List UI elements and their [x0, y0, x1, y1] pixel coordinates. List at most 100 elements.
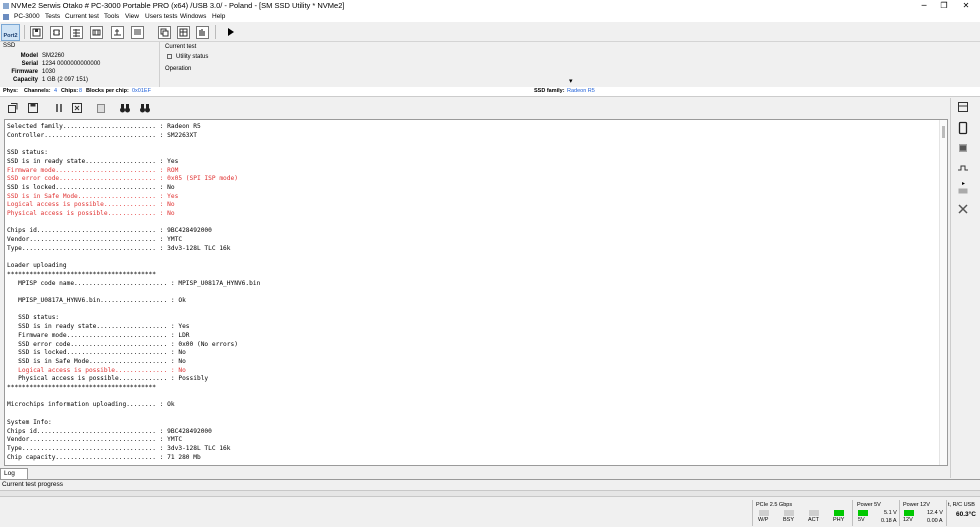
phone-icon[interactable]	[957, 121, 969, 137]
tab-log[interactable]: Log	[0, 468, 28, 479]
log-line: System Info:	[7, 418, 52, 426]
pause-icon[interactable]	[53, 102, 65, 116]
log-line: Chips id................................…	[7, 427, 212, 435]
menu-windows[interactable]: Windows	[180, 13, 206, 20]
wp-label: W/P	[758, 517, 769, 523]
clipboard-icon[interactable]	[95, 102, 107, 116]
channels-label: Channels:	[24, 88, 51, 94]
grid-icon[interactable]	[177, 26, 190, 39]
binoculars-icon[interactable]	[119, 102, 131, 116]
log-line: Microchips information uploading........…	[7, 401, 175, 409]
temperature-title: t, R/C USB	[948, 502, 975, 508]
main-toolbar	[0, 22, 980, 42]
chip-icon[interactable]	[50, 26, 63, 39]
toolbar-separator	[215, 25, 216, 39]
act-led	[809, 510, 819, 516]
menu-current-test[interactable]: Current test	[65, 13, 99, 20]
memory-icon[interactable]	[90, 26, 103, 39]
drive-icon[interactable]	[957, 101, 969, 115]
progress-bar	[0, 490, 980, 497]
stop-icon[interactable]	[71, 102, 83, 116]
copy-icon[interactable]	[158, 26, 171, 39]
log-line: SSD error code..........................…	[7, 175, 238, 183]
find-next-icon[interactable]	[139, 102, 151, 116]
bars-icon[interactable]	[196, 26, 209, 39]
menu-app-icon[interactable]	[3, 14, 9, 20]
menu-view[interactable]: View	[125, 13, 139, 20]
capacity-label: Capacity	[12, 77, 38, 83]
phy-led	[834, 510, 844, 516]
log-line: Type....................................…	[7, 444, 231, 452]
phy-label: PHY	[833, 517, 845, 523]
log-text-area[interactable]: Selected family.........................…	[4, 119, 948, 466]
minimize-button[interactable]: ─	[915, 1, 933, 11]
new-log-icon[interactable]	[7, 102, 19, 116]
signal-icon[interactable]	[957, 162, 969, 176]
log-line: SSD is locked...........................…	[7, 183, 175, 191]
power-12v-volts: 12.4 V	[927, 510, 943, 516]
port2-label: Port2	[3, 33, 18, 39]
firmware-value: 1030	[42, 69, 56, 75]
log-line: Firmware mode...........................…	[7, 331, 190, 339]
act-label: ACT	[808, 517, 819, 523]
app-icon	[3, 3, 9, 9]
log-line: SSD is in Safe Mode.....................…	[7, 192, 179, 200]
log-line: SSD is locked...........................…	[7, 349, 186, 357]
ssd-family-value: Radeon R5	[567, 88, 595, 94]
log-line: MPISP_U0817A_HYNV6.bin..................…	[7, 297, 186, 304]
window-title: NVMe2 Serwis Otako # PC-3000 Portable PR…	[11, 1, 345, 10]
menu-bar: PC-3000 Tests Current test Tools View Us…	[0, 12, 980, 22]
scale-icon[interactable]	[111, 26, 124, 39]
serial-label: Serial	[21, 61, 38, 67]
save-log-icon[interactable]	[27, 102, 39, 116]
bsy-label: BSY	[783, 517, 795, 523]
disk-icon[interactable]	[30, 26, 43, 39]
log-line: SSD status:	[7, 149, 48, 157]
operation-dropdown-arrow[interactable]: ▾	[569, 77, 573, 85]
log-scrollbar[interactable]	[939, 120, 947, 465]
close-button[interactable]: ✕	[957, 1, 975, 11]
menu-help[interactable]: Help	[212, 13, 225, 20]
chips-value: 8	[79, 88, 83, 94]
chip-settings-icon[interactable]	[957, 142, 969, 156]
log-line: Selected family.........................…	[7, 123, 201, 130]
log-line: ****************************************	[7, 270, 157, 278]
status-divider	[752, 500, 753, 526]
log-line: Firmware mode...........................…	[7, 166, 179, 174]
status-divider	[899, 500, 900, 526]
temperature-value: 60.3°C	[956, 511, 976, 518]
log-line: SSD is in Safe Mode.....................…	[7, 357, 186, 365]
log-line: Chips id................................…	[7, 227, 212, 235]
log-line: Vendor..................................…	[7, 436, 183, 444]
capacity-value: 1 GB (2 097 151)	[42, 77, 89, 83]
log-line: SSD is in ready state...................…	[7, 157, 179, 165]
blocks-per-chip-value: 0x01EF	[132, 88, 151, 94]
log-line: Type....................................…	[7, 244, 231, 252]
firmware-label: Firmware	[11, 69, 38, 75]
tools-icon[interactable]	[957, 203, 969, 217]
model-label: Model	[20, 53, 38, 59]
list-icon[interactable]	[131, 26, 144, 39]
table-icon[interactable]	[70, 26, 83, 39]
log-line: Physical access is possible.............…	[7, 375, 209, 383]
ssd-info-header: SSD	[3, 43, 16, 49]
serial-value: 1234 0000000000000	[42, 61, 101, 67]
log-scrollbar-thumb[interactable]	[942, 126, 945, 138]
menu-tools[interactable]: Tools	[104, 13, 119, 20]
utility-status-icon	[167, 54, 172, 59]
log-line: Controller..............................…	[7, 131, 197, 139]
log-line: Loader uploading	[7, 262, 67, 270]
chips-label: Chips:	[61, 88, 79, 94]
log-line: Logical access is possible..............…	[7, 201, 175, 209]
menu-tests[interactable]: Tests	[45, 13, 60, 20]
toolbar-separator	[24, 25, 25, 39]
run-arrow-icon[interactable]	[227, 27, 235, 39]
log-line: SSD status:	[7, 314, 60, 322]
port2-button[interactable]: Port2	[1, 24, 20, 41]
chip-gray-icon[interactable]	[957, 186, 969, 198]
maximize-button[interactable]: ❐	[935, 1, 953, 11]
current-test-header: Current test	[165, 44, 197, 50]
menu-users-tests[interactable]: Users tests	[145, 13, 178, 20]
log-line: MPISP code name.........................…	[7, 279, 261, 287]
menu-pc3000[interactable]: PC-3000	[14, 13, 40, 20]
